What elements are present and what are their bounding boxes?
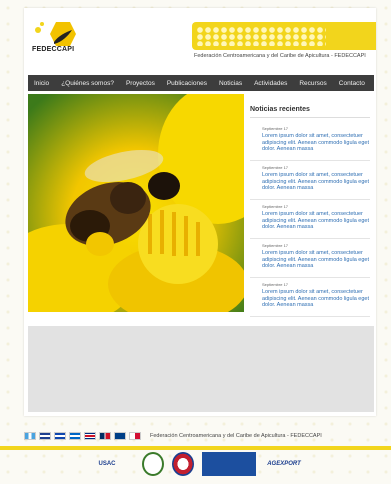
news-item[interactable]: Septiembre 17 Lorem ipsum dolor sit amet… bbox=[250, 278, 370, 317]
footer-tagline: Federación Centroamericana y del Caribe … bbox=[150, 433, 322, 439]
main-nav: Inicio ¿Quiénes somos? Proyectos Publica… bbox=[28, 75, 374, 91]
flag-honduras-icon bbox=[39, 432, 51, 440]
member-flags bbox=[24, 432, 141, 440]
flag-nicaragua-icon bbox=[69, 432, 81, 440]
flag-costa-rica-icon bbox=[84, 432, 96, 440]
nav-item-contacto[interactable]: Contacto bbox=[333, 80, 371, 87]
news-date: Septiembre 17 bbox=[262, 165, 289, 170]
nav-item-publicaciones[interactable]: Publicaciones bbox=[161, 80, 213, 87]
news-date: Septiembre 17 bbox=[262, 126, 289, 131]
flag-el-salvador-icon bbox=[54, 432, 66, 440]
nav-item-actividades[interactable]: Actividades bbox=[248, 80, 293, 87]
flag-panama-icon bbox=[129, 432, 141, 440]
header-tagline: Federación Centroamericana y del Caribe … bbox=[194, 53, 366, 59]
sponsor-seal-logo[interactable] bbox=[142, 452, 164, 476]
news-excerpt[interactable]: Lorem ipsum dolor sit amet, consectetuer… bbox=[262, 133, 370, 153]
news-excerpt[interactable]: Lorem ipsum dolor sit amet, consectetuer… bbox=[262, 172, 370, 192]
footer-accent-bar bbox=[0, 446, 391, 450]
nav-item-noticias[interactable]: Noticias bbox=[213, 80, 248, 87]
flag-belize-icon bbox=[114, 432, 126, 440]
news-item[interactable]: Septiembre 17 Lorem ipsum dolor sit amet… bbox=[250, 239, 370, 278]
sponsor-crest-logo[interactable] bbox=[172, 452, 194, 476]
news-excerpt[interactable]: Lorem ipsum dolor sit amet, consectetuer… bbox=[262, 211, 370, 231]
news-date: Septiembre 17 bbox=[262, 243, 289, 248]
hero-bee-image bbox=[28, 94, 244, 312]
nav-item-quienes-somos[interactable]: ¿Quiénes somos? bbox=[55, 80, 120, 87]
honeycomb-pattern bbox=[196, 26, 326, 46]
news-excerpt[interactable]: Lorem ipsum dolor sit amet, consectetuer… bbox=[262, 289, 370, 309]
flag-guatemala-icon bbox=[24, 432, 36, 440]
news-date: Septiembre 17 bbox=[262, 204, 289, 209]
news-date: Septiembre 17 bbox=[262, 282, 289, 287]
sponsor-guatemala-gov-logo[interactable] bbox=[202, 452, 256, 476]
sponsor-agexport-logo[interactable]: AGEXPORT bbox=[264, 452, 304, 476]
sponsor-usac-label: USAC bbox=[98, 461, 116, 467]
page-container: FEDECCAPI Federación Centroamericana y d… bbox=[24, 8, 376, 416]
sponsor-logos: USAC AGEXPORT bbox=[80, 452, 304, 476]
brand-name: FEDECCAPI bbox=[32, 46, 75, 53]
logo-icon[interactable] bbox=[32, 18, 84, 66]
news-item[interactable]: Septiembre 17 Lorem ipsum dolor sit amet… bbox=[250, 161, 370, 200]
flag-dominican-republic-icon bbox=[99, 432, 111, 440]
news-excerpt[interactable]: Lorem ipsum dolor sit amet, consectetuer… bbox=[262, 250, 370, 270]
content-placeholder bbox=[28, 326, 374, 412]
nav-item-inicio[interactable]: Inicio bbox=[28, 80, 55, 87]
sponsor-usac-logo[interactable]: USAC bbox=[80, 452, 134, 476]
news-item[interactable]: Septiembre 17 Lorem ipsum dolor sit amet… bbox=[250, 122, 370, 161]
recent-news-sidebar: Noticias recientes Septiembre 17 Lorem i… bbox=[250, 106, 370, 317]
nav-item-recursos[interactable]: Recursos bbox=[293, 80, 332, 87]
sponsor-agexport-label: AGEXPORT bbox=[267, 461, 301, 467]
nav-item-proyectos[interactable]: Proyectos bbox=[120, 80, 161, 87]
news-item[interactable]: Septiembre 17 Lorem ipsum dolor sit amet… bbox=[250, 200, 370, 239]
header-banner bbox=[192, 22, 376, 50]
sidebar-title: Noticias recientes bbox=[250, 106, 370, 118]
